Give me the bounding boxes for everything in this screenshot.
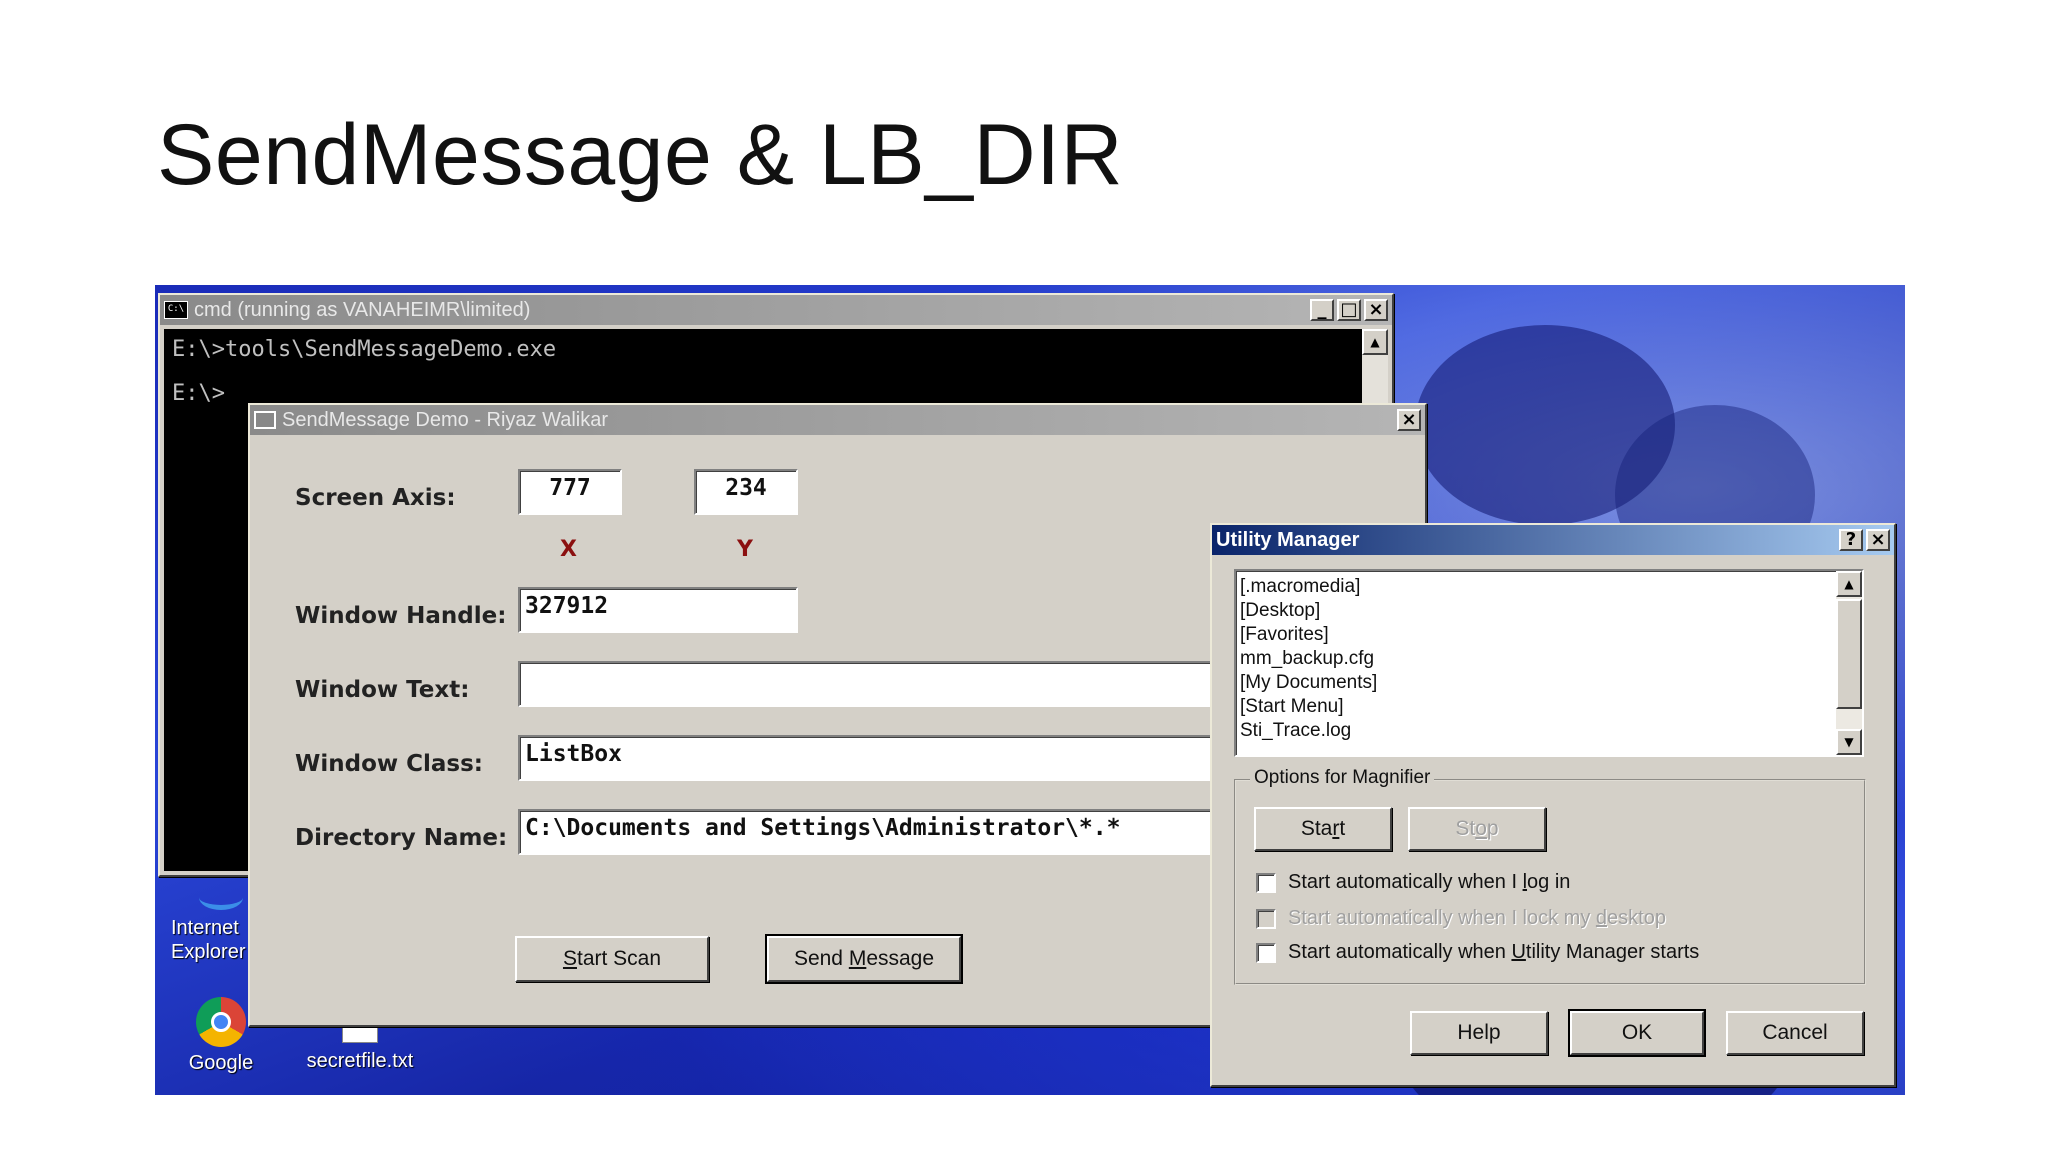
checkbox-label: Start automatically when I lock my <box>1288 907 1596 929</box>
mnemonic: r <box>1332 817 1340 840</box>
button-label: t <box>1339 817 1346 840</box>
checkbox-label: tility Manager starts <box>1525 941 1700 963</box>
list-item[interactable]: Sti_Trace.log <box>1240 719 1832 743</box>
mnemonic: S <box>562 947 577 970</box>
console-line: E:\>tools\SendMessageDemo.exe <box>172 337 557 362</box>
window-handle-label: Window Handle: <box>295 603 507 629</box>
mnemonic: M <box>848 947 867 970</box>
screen-axis-label: Screen Axis: <box>295 485 456 511</box>
checkbox-box[interactable] <box>1256 872 1276 893</box>
help-question-icon[interactable]: ? <box>1839 529 1863 551</box>
listbox-scrollbar[interactable]: ▲ ▼ <box>1836 571 1862 755</box>
listbox-items: [.macromedia] [Desktop] [Favorites] mm_b… <box>1240 575 1832 743</box>
close-button[interactable]: × <box>1364 299 1388 321</box>
desktop-background: Internet Explorer Google secretfile.txt … <box>155 285 1905 1095</box>
stop-button[interactable]: St o p <box>1408 807 1546 851</box>
cmd-icon: C:\ <box>164 301 188 319</box>
sendmessage-demo-titlebar[interactable]: SendMessage Demo - Riyaz Walikar × <box>250 405 1425 435</box>
list-item[interactable]: mm_backup.cfg <box>1240 647 1832 671</box>
chrome-icon <box>196 997 246 1047</box>
utility-manager-dialog[interactable]: Utility Manager ? × [.macromedia] [Deskt… <box>1210 523 1896 1087</box>
button-label: p <box>1486 817 1499 840</box>
checkbox-label: Start automatically when I <box>1288 871 1523 893</box>
desktop-icon-label: Google <box>188 1052 254 1074</box>
maximize-button[interactable]: □ <box>1337 299 1361 321</box>
window-class-label: Window Class: <box>295 751 484 777</box>
utility-manager-titlebar[interactable]: Utility Manager ? × <box>1212 525 1894 555</box>
internet-explorer-icon <box>199 885 243 910</box>
start-scan-button[interactable]: Start Scan <box>515 936 709 982</box>
scroll-up-icon[interactable]: ▲ <box>1362 329 1388 355</box>
checkbox-start-with-utility-manager[interactable]: Start automatically when Utility Manager… <box>1256 941 1699 964</box>
button-label: essage <box>866 947 935 970</box>
checkbox-label: esktop <box>1607 907 1666 929</box>
directory-listbox[interactable]: [.macromedia] [Desktop] [Favorites] mm_b… <box>1234 569 1864 757</box>
group-label: Options for Magnifier <box>1250 767 1435 789</box>
desktop-icon-label: secretfile.txt <box>306 1050 414 1072</box>
send-message-button[interactable]: Send Message <box>765 934 963 984</box>
checkbox-box[interactable] <box>1256 908 1276 929</box>
help-button[interactable]: Help <box>1410 1011 1548 1055</box>
text-file-icon <box>342 1025 378 1043</box>
slide-title: SendMessage & LB_DIR <box>157 107 1124 203</box>
button-label: St <box>1455 817 1476 840</box>
screen-y-input[interactable]: 234 <box>694 469 798 515</box>
cmd-title: cmd (running as VANAHEIMR\limited) <box>194 298 531 321</box>
checkbox-label: Start automatically when <box>1288 941 1512 963</box>
list-item[interactable]: [Start Menu] <box>1240 695 1832 719</box>
button-label: tart Scan <box>576 947 662 970</box>
sendmessage-demo-title: SendMessage Demo - Riyaz Walikar <box>282 408 609 431</box>
utility-manager-title: Utility Manager <box>1216 528 1360 551</box>
checkbox-start-at-login[interactable]: Start automatically when I l og in <box>1256 871 1570 894</box>
ok-button[interactable]: OK <box>1568 1009 1706 1057</box>
scroll-thumb[interactable] <box>1836 599 1862 709</box>
scroll-down-icon[interactable]: ▼ <box>1836 729 1862 755</box>
directory-name-label: Directory Name: <box>295 825 508 851</box>
close-button[interactable]: × <box>1397 409 1421 431</box>
start-button[interactable]: Sta r t <box>1254 807 1392 851</box>
close-button[interactable]: × <box>1866 529 1890 551</box>
list-item[interactable]: [.macromedia] <box>1240 575 1832 599</box>
window-handle-input[interactable]: 327912 <box>518 587 798 633</box>
button-label: Sta <box>1300 817 1333 840</box>
mnemonic: o <box>1475 817 1487 840</box>
mnemonic: U <box>1511 941 1526 963</box>
list-item[interactable]: [My Documents] <box>1240 671 1832 695</box>
window-text-label: Window Text: <box>295 677 470 703</box>
magnifier-options-group: Options for Magnifier Sta r t St o p Start a… <box>1234 767 1866 985</box>
checkbox-label: og in <box>1527 871 1571 893</box>
checkbox-box[interactable] <box>1256 942 1276 963</box>
screen-x-input[interactable]: 777 <box>518 469 622 515</box>
x-axis-label: X <box>560 537 577 562</box>
y-axis-label: Y <box>737 537 753 562</box>
desktop-icon-secretfile[interactable]: secretfile.txt <box>285 1025 435 1073</box>
button-label: Send <box>793 947 849 970</box>
checkbox-start-at-lock[interactable]: Start automatically when I lock my d eskt… <box>1256 907 1666 930</box>
scroll-up-icon[interactable]: ▲ <box>1836 571 1862 597</box>
list-item[interactable]: [Favorites] <box>1240 623 1832 647</box>
mnemonic: d <box>1595 907 1608 929</box>
cmd-titlebar[interactable]: C:\ cmd (running as VANAHEIMR\limited) _… <box>160 295 1392 325</box>
cancel-button[interactable]: Cancel <box>1726 1011 1864 1055</box>
minimize-button[interactable]: _ <box>1310 299 1334 321</box>
list-item[interactable]: [Desktop] <box>1240 599 1832 623</box>
window-app-icon <box>254 411 276 429</box>
desktop-icon-label: Internet Explorer <box>171 917 246 963</box>
